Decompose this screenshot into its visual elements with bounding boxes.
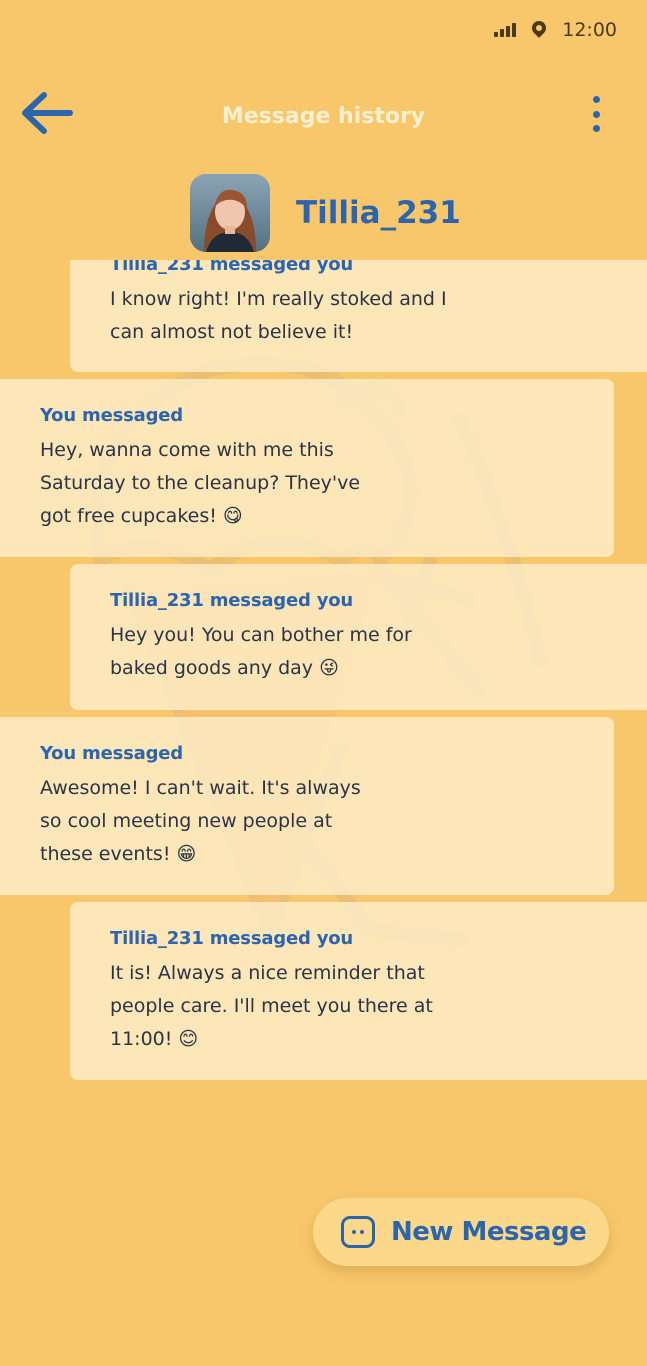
message-incoming: Tillia_231 messaged you I know right! I'… <box>70 260 647 372</box>
message-sender: Tillia_231 messaged you <box>110 260 354 275</box>
message-sender: Tillia_231 messaged you <box>110 590 354 611</box>
app-bar: Message history <box>0 80 647 150</box>
status-time: 12:00 <box>562 19 617 41</box>
new-message-button[interactable]: New Message <box>313 1198 609 1266</box>
message-outgoing: You messaged Awesome! I can't wait. It's… <box>0 717 614 895</box>
message-incoming: Tillia_231 messaged you Hey you! You can… <box>70 564 647 710</box>
new-message-label: New Message <box>391 1217 587 1247</box>
contact-name[interactable]: Tillia_231 <box>296 195 461 231</box>
contact-header: Tillia_231 <box>190 174 461 252</box>
message-text: Awesome! I can't wait. It's always so co… <box>40 777 361 865</box>
message-text: I know right! I'm really stoked and I ca… <box>110 288 447 343</box>
message-thread[interactable]: Tillia_231 messaged you I know right! I'… <box>0 260 647 1090</box>
signal-icon <box>494 23 517 37</box>
location-pin-icon <box>529 18 550 38</box>
message-outgoing: You messaged Hey, wanna come with me thi… <box>0 379 614 557</box>
avatar[interactable] <box>190 174 270 252</box>
more-vertical-icon <box>592 96 600 103</box>
message-sender: You messaged <box>40 743 183 764</box>
message-text: Hey, wanna come with me this Saturday to… <box>40 439 361 527</box>
more-options-button[interactable] <box>585 94 607 134</box>
message-incoming: Tillia_231 messaged you It is! Always a … <box>70 902 647 1080</box>
message-text: It is! Always a nice reminder that peopl… <box>110 962 433 1050</box>
message-text: Hey you! You can bother me for baked goo… <box>110 624 412 679</box>
message-sender: Tillia_231 messaged you <box>110 928 354 949</box>
chat-bubble-icon <box>341 1216 375 1248</box>
message-sender: You messaged <box>40 405 183 426</box>
page-title: Message history <box>221 104 426 129</box>
status-bar: 12:00 <box>0 0 647 60</box>
